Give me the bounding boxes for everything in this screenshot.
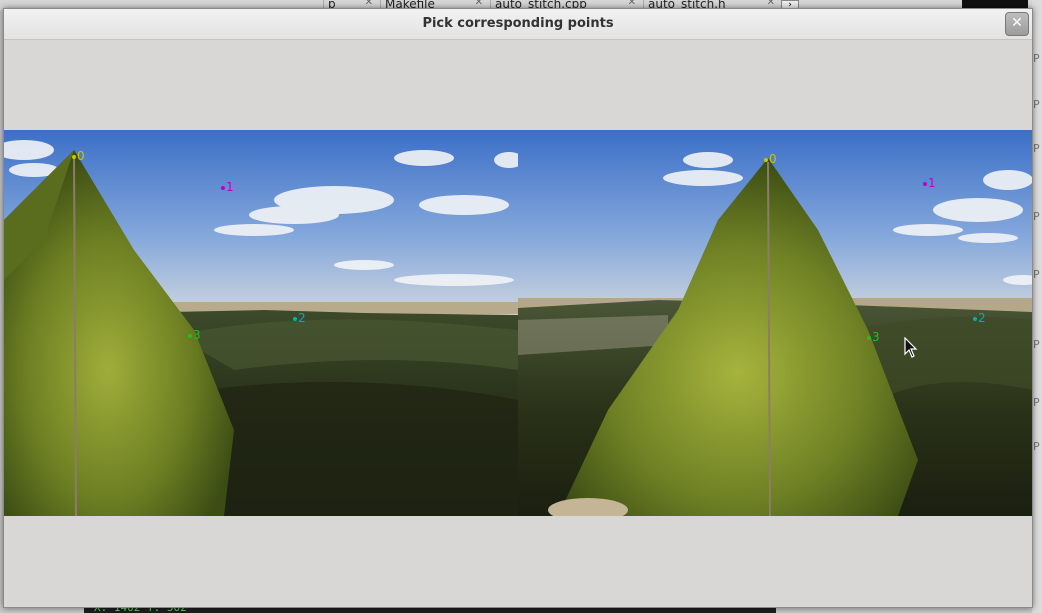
close-button[interactable]: ✕ bbox=[1005, 12, 1029, 36]
point-marker-left-1[interactable]: 1 bbox=[221, 181, 234, 193]
point-dot-icon bbox=[923, 181, 927, 186]
point-dot-icon bbox=[293, 316, 297, 321]
point-marker-right-0[interactable]: 0 bbox=[764, 153, 777, 165]
point-label: 0 bbox=[77, 149, 85, 163]
point-label: 1 bbox=[226, 180, 234, 194]
right-photo-graphic bbox=[518, 130, 1032, 516]
point-marker-right-3[interactable]: 3 bbox=[867, 331, 880, 343]
background-right-panel bbox=[1032, 0, 1042, 613]
point-dot-icon bbox=[221, 185, 225, 190]
left-image[interactable] bbox=[4, 130, 518, 516]
close-icon[interactable]: ✕ bbox=[475, 0, 483, 8]
mouse-cursor-icon bbox=[904, 337, 918, 358]
background-text: P bbox=[1033, 396, 1040, 409]
dialog-titlebar[interactable]: Pick corresponding points ✕ bbox=[4, 9, 1032, 40]
close-icon[interactable]: ✕ bbox=[365, 0, 373, 8]
point-dot-icon bbox=[188, 333, 192, 338]
point-label: 0 bbox=[769, 152, 777, 166]
point-dot-icon bbox=[764, 157, 768, 162]
background-text: P bbox=[1033, 98, 1040, 111]
background-text: P bbox=[1033, 142, 1040, 155]
point-dot-icon bbox=[867, 335, 871, 340]
dialog-title: Pick corresponding points bbox=[422, 16, 614, 31]
point-label: 2 bbox=[978, 311, 986, 325]
pick-points-dialog: Pick corresponding points ✕ 0 1 2 3 0 1 … bbox=[3, 8, 1033, 608]
right-image[interactable] bbox=[518, 130, 1032, 516]
background-text: P bbox=[1033, 338, 1040, 351]
point-marker-right-2[interactable]: 2 bbox=[973, 312, 986, 324]
point-dot-icon bbox=[72, 154, 76, 159]
point-dot-icon bbox=[973, 316, 977, 321]
left-photo-graphic bbox=[4, 130, 518, 516]
point-marker-left-0[interactable]: 0 bbox=[72, 150, 85, 162]
background-text: P bbox=[1033, 268, 1040, 281]
close-icon[interactable]: ✕ bbox=[767, 0, 775, 8]
point-label: 3 bbox=[193, 328, 201, 342]
background-text: P bbox=[1033, 52, 1040, 65]
point-label: 3 bbox=[872, 330, 880, 344]
close-icon: ✕ bbox=[1011, 15, 1023, 31]
close-icon[interactable]: ✕ bbox=[628, 0, 636, 8]
point-marker-left-2[interactable]: 2 bbox=[293, 312, 306, 324]
point-label: 1 bbox=[928, 176, 936, 190]
background-text: P bbox=[1033, 440, 1040, 453]
point-marker-right-1[interactable]: 1 bbox=[923, 177, 936, 189]
point-marker-left-3[interactable]: 3 bbox=[188, 329, 201, 341]
point-label: 2 bbox=[298, 311, 306, 325]
image-canvas[interactable]: 0 1 2 3 0 1 2 3 bbox=[4, 130, 1032, 516]
background-text: P bbox=[1033, 210, 1040, 223]
